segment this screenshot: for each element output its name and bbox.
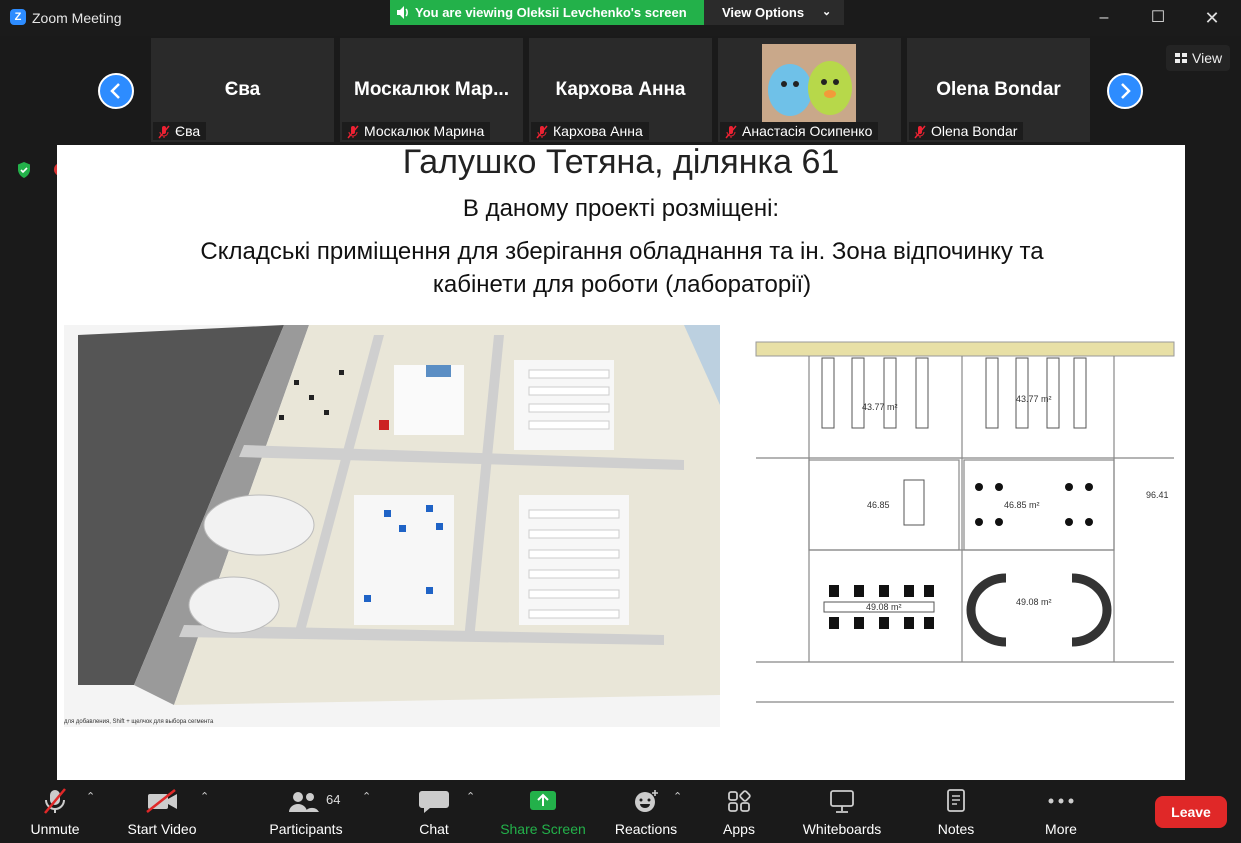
muted-mic-icon xyxy=(725,125,737,139)
maximize-icon[interactable]: ☐ xyxy=(1146,6,1170,30)
next-page-button[interactable] xyxy=(1107,73,1143,109)
view-options-button[interactable]: View Options ⌄ xyxy=(704,0,844,25)
participants-button[interactable]: Participants xyxy=(265,780,347,843)
participants-options-caret[interactable]: ⌃ xyxy=(362,790,371,803)
plan-label: 46.85 m² xyxy=(1004,500,1040,510)
chevron-down-icon: ⌄ xyxy=(822,6,832,18)
audio-options-caret[interactable]: ⌃ xyxy=(86,790,95,803)
participant-avatar xyxy=(762,44,856,122)
video-off-icon xyxy=(146,789,177,813)
unmute-label: Unmute xyxy=(30,821,80,837)
participant-name: Olena Bondar xyxy=(931,123,1018,139)
view-button[interactable]: View xyxy=(1166,45,1230,71)
meeting-toolbar: Unmute ⌃ Start Video ⌃ Participants 64 ⌃… xyxy=(0,780,1241,843)
notes-label: Notes xyxy=(937,821,975,837)
chat-button[interactable]: Chat xyxy=(405,780,463,843)
view-button-label: View xyxy=(1192,50,1223,66)
participant-strip: Єва Єва Москалюк Мар... Москалюк Марина … xyxy=(0,36,1241,144)
participant-name-bar: Анастасія Осипенко xyxy=(720,122,879,140)
floor-plan: 43.77 m² 43.77 m² 46.85 46.85 m² 49.08 m… xyxy=(754,340,1176,716)
notes-button[interactable]: Notes xyxy=(928,780,984,843)
chat-options-caret[interactable]: ⌃ xyxy=(466,790,475,803)
participant-name-bar: Кархова Анна xyxy=(531,122,649,140)
video-options-caret[interactable]: ⌃ xyxy=(200,790,209,803)
participant-name-bar: Єва xyxy=(153,122,207,140)
render-caption: для добавления, Shift + щелчок для выбор… xyxy=(64,719,214,725)
participant-tile[interactable]: Анастасія Осипенко xyxy=(718,38,901,142)
start-video-button[interactable]: Start Video xyxy=(121,780,203,843)
chevron-right-icon xyxy=(1121,83,1131,99)
slide-title: Галушко Тетяна, ділянка 61 xyxy=(402,145,840,181)
participants-count: 64 xyxy=(326,792,341,807)
whiteboards-button[interactable]: Whiteboards xyxy=(796,780,888,843)
apps-button[interactable]: Apps xyxy=(712,780,766,843)
participant-name-bar: Москалюк Марина xyxy=(342,122,491,140)
more-label: More xyxy=(1045,821,1077,837)
plan-label: 96.41 xyxy=(1146,490,1169,500)
chat-label: Chat xyxy=(419,821,449,837)
unmute-button[interactable]: Unmute xyxy=(20,780,90,843)
notes-icon xyxy=(947,789,965,812)
participants-label: Participants xyxy=(269,821,343,837)
plan-label: 46.85 xyxy=(867,500,890,510)
participant-tile[interactable]: Москалюк Мар... Москалюк Марина xyxy=(340,38,523,142)
chevron-left-icon xyxy=(110,83,120,99)
participant-tile[interactable]: Єва Єва xyxy=(151,38,334,142)
speaker-icon xyxy=(397,6,408,19)
microphone-muted-icon xyxy=(44,788,66,814)
plan-label: 43.77 m² xyxy=(862,402,898,412)
muted-mic-icon xyxy=(347,125,359,139)
close-icon[interactable]: ✕ xyxy=(1200,6,1224,30)
shared-screen: Галушко Тетяна, ділянка 61 В даному прое… xyxy=(57,145,1185,780)
participant-name-bar: Olena Bondar xyxy=(909,122,1024,140)
viewing-text: You are viewing Oleksii Levchenko's scre… xyxy=(415,5,687,20)
more-icon xyxy=(1048,798,1074,804)
reactions-icon xyxy=(635,790,658,812)
plan-label: 49.08 m² xyxy=(866,602,902,612)
participant-name: Єва xyxy=(175,123,201,139)
viewing-banner: You are viewing Oleksii Levchenko's scre… xyxy=(390,0,704,25)
chat-icon xyxy=(419,791,449,813)
view-options-label: View Options xyxy=(722,5,805,20)
window-title: Zoom Meeting xyxy=(32,10,122,26)
share-screen-button[interactable]: Share Screen xyxy=(500,780,586,843)
reactions-button[interactable]: Reactions xyxy=(612,780,680,843)
plan-label: 43.77 m² xyxy=(1016,394,1052,404)
grid-view-icon xyxy=(1175,53,1187,63)
participant-tile[interactable]: Кархова Анна Кархова Анна xyxy=(529,38,712,142)
3d-floor-render: для добавления, Shift + щелчок для выбор… xyxy=(64,325,720,727)
share-screen-icon xyxy=(530,791,556,810)
muted-mic-icon xyxy=(158,125,170,139)
previous-page-button[interactable] xyxy=(98,73,134,109)
share-screen-label: Share Screen xyxy=(500,821,586,837)
slide-subtitle: В даному проекті розміщені: xyxy=(462,195,780,222)
reactions-label: Reactions xyxy=(614,821,678,837)
participant-name: Кархова Анна xyxy=(553,123,643,139)
slide-body: Складські приміщення для зберігання обла… xyxy=(200,238,1044,298)
shield-icon[interactable] xyxy=(16,161,32,179)
muted-mic-icon xyxy=(914,125,926,139)
apps-label: Apps xyxy=(723,821,755,837)
zoom-logo-icon: Z xyxy=(10,9,26,25)
whiteboards-label: Whiteboards xyxy=(802,821,882,837)
minimize-icon[interactable]: – xyxy=(1092,6,1116,30)
apps-icon xyxy=(728,790,751,812)
participant-name: Анастасія Осипенко xyxy=(742,123,873,139)
leave-button[interactable]: Leave xyxy=(1155,796,1227,828)
start-video-label: Start Video xyxy=(127,821,197,837)
muted-mic-icon xyxy=(536,125,548,139)
reactions-options-caret[interactable]: ⌃ xyxy=(673,790,682,803)
participant-tile[interactable]: Olena Bondar Olena Bondar xyxy=(907,38,1090,142)
plan-label: 49.08 m² xyxy=(1016,597,1052,607)
more-button[interactable]: More xyxy=(1034,780,1088,843)
participant-name: Москалюк Марина xyxy=(364,123,485,139)
whiteboard-icon xyxy=(830,790,854,813)
